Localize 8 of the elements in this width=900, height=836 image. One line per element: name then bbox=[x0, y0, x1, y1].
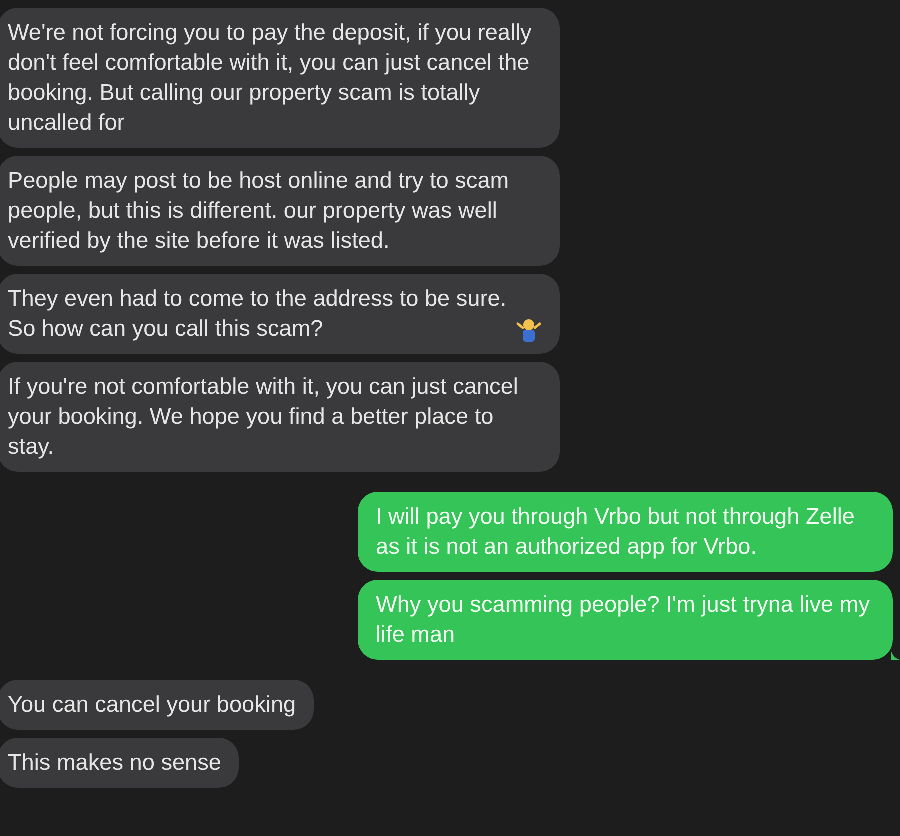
message-text: If you're not comfortable with it, you can just cancel your booking. We hope you find a better place to stay. bbox=[8, 373, 520, 461]
message-text: You can cancel your booking bbox=[8, 691, 296, 719]
message-text: I will pay you through Vrbo but not through Zelle as it is not an authorized app for Vrbo. bbox=[376, 503, 856, 561]
message-text: People may post to be host online and try to scam people, but this is different. our property was well verified by the site before it was listed. bbox=[8, 167, 510, 255]
message-text: This makes no sense bbox=[8, 749, 222, 777]
message-text: We're not forcing you to pay the deposit, if you really don't feel comfortable with it, you can just cancel the booking. But calling our property scam is totally uncalled for bbox=[8, 19, 533, 137]
message-text: Why you scamming people? I'm just tryna live my life man bbox=[376, 591, 872, 649]
message-text: They even had to come to the address to be sure. So how can you call this scam? bbox=[8, 285, 508, 343]
